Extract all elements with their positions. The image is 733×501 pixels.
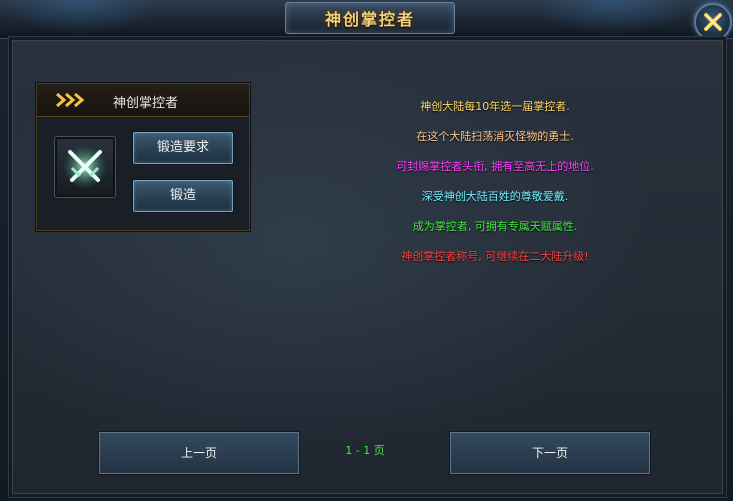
page-indicator: 1 - 1 页 bbox=[345, 444, 385, 457]
previous-page-button[interactable]: 上一页 bbox=[99, 432, 299, 474]
description-line-4: 深受神创大陆百姓的尊敬爱戴. bbox=[421, 190, 569, 203]
game-window: 神创掌控者 神创掌控者 锻造要求 锻造 神创大陆每10年选一届掌控者. 在这个大… bbox=[0, 0, 733, 501]
description-line-5: 成为掌控者, 可拥有专属天赋属性. bbox=[412, 220, 578, 233]
title-card: 神创掌控者 锻造要求 锻造 bbox=[36, 83, 250, 231]
description-line-3: 可封赐掌控者头衔, 拥有至高无上的地位. bbox=[396, 160, 594, 173]
top-ornament-right bbox=[533, 0, 693, 36]
crossed-swords-icon bbox=[63, 145, 107, 189]
description-line-1: 神创大陆每10年选一届掌控者. bbox=[420, 100, 570, 113]
forge-button[interactable]: 锻造 bbox=[133, 180, 233, 212]
title-card-label: 神创掌控者 bbox=[113, 96, 179, 111]
window-top-bar: 神创掌控者 bbox=[0, 0, 733, 41]
window-title: 神创掌控者 bbox=[324, 10, 415, 29]
forge-requirements-button[interactable]: 锻造要求 bbox=[133, 132, 233, 164]
close-button[interactable] bbox=[694, 3, 732, 41]
title-badge-slot[interactable] bbox=[54, 136, 116, 198]
double-chevron-icon bbox=[56, 93, 85, 107]
next-page-button[interactable]: 下一页 bbox=[450, 432, 650, 474]
top-ornament-left bbox=[0, 0, 160, 36]
description-line-6: 神创掌控者称号, 可继续在二大陆升级! bbox=[401, 250, 589, 263]
description-line-2: 在这个大陆扫荡消灭怪物的勇士. bbox=[416, 130, 574, 143]
title-plate: 神创掌控者 bbox=[285, 2, 455, 34]
close-x-icon bbox=[704, 13, 722, 31]
title-card-header: 神创掌控者 bbox=[37, 84, 249, 117]
